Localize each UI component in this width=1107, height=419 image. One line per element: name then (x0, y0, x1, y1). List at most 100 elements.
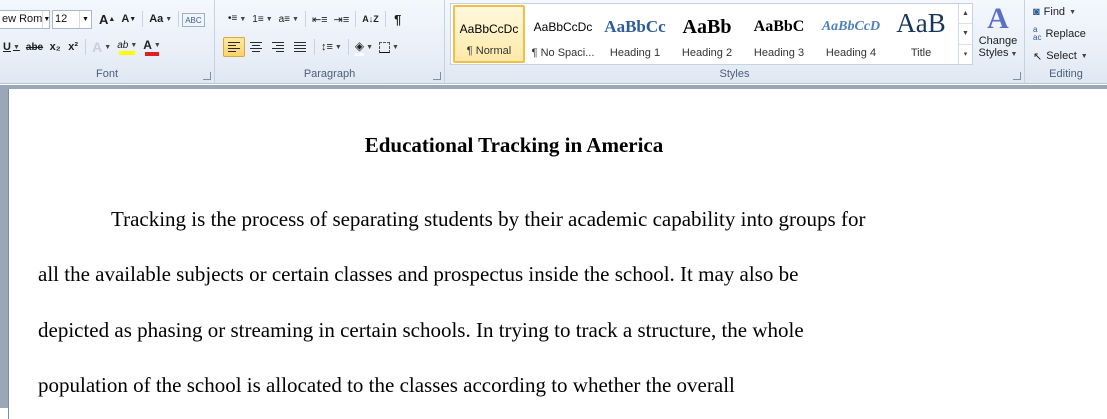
change-styles-button[interactable]: A Change Styles ▼ (975, 3, 1021, 65)
find-label: Find (1043, 6, 1066, 18)
subscript-icon: x₂ (49, 41, 61, 53)
paragraph-line-1: Tracking is the process of separating st… (111, 207, 866, 231)
text-effects-icon: A (92, 39, 103, 55)
superscript-button[interactable]: x² (64, 37, 82, 57)
highlighter-icon: ab (117, 39, 129, 51)
style-name: Heading 2 (681, 47, 733, 59)
numbering-button[interactable]: 1≡ ▼ (249, 9, 275, 29)
align-left-button[interactable] (223, 37, 245, 57)
underline-button[interactable]: U ▼ (0, 37, 23, 57)
multilevel-list-button[interactable]: a≡ ▼ (276, 9, 302, 29)
dialog-launcher-icon[interactable] (433, 72, 441, 80)
style-heading-1[interactable]: AaBbCc Heading 1 (599, 5, 671, 63)
grow-font-button[interactable]: A ▲ (96, 9, 118, 29)
change-styles-icon: A (987, 2, 1009, 35)
font-color-swatch (145, 52, 160, 56)
style-no-spacing[interactable]: AaBbCcDc ¶ No Spaci... (527, 5, 599, 63)
scroll-down-icon[interactable]: ▼ (959, 24, 972, 45)
numbered-list-icon: 1≡ (252, 13, 264, 25)
styles-gallery: AaBbCcDc ¶ Normal AaBbCcDc ¶ No Spaci...… (450, 3, 973, 65)
replace-icon: a ac (1033, 25, 1042, 42)
style-heading-2[interactable]: AaBb Heading 2 (671, 5, 743, 63)
highlight-button[interactable]: ab ▼ (114, 37, 140, 57)
replace-label: Replace (1045, 28, 1086, 40)
justify-button[interactable] (289, 37, 311, 57)
change-styles-label-1: Change (978, 35, 1018, 47)
style-name: ¶ No Spaci... (531, 47, 595, 59)
subscript-button[interactable]: x₂ (46, 37, 64, 57)
increase-indent-button[interactable]: ⇥≡ (331, 9, 353, 29)
gallery-scrollbar[interactable]: ▲ ▼ ▾ (958, 4, 972, 64)
style-sample: AaBbC (753, 18, 805, 35)
gallery-more-icon[interactable]: ▾ (959, 45, 972, 64)
style-heading-4[interactable]: AaBbCcD Heading 4 (815, 5, 887, 63)
change-case-button[interactable]: Aa ▼ (146, 9, 175, 29)
scroll-up-icon[interactable]: ▲ (959, 4, 972, 25)
separator (355, 11, 357, 27)
ribbon: ew Rom ▼ 12 ▼ A ▲ A ▼ Aa ▼ ABC U ▼ abe x… (0, 0, 1107, 84)
shrink-font-icon: A (121, 13, 130, 25)
underline-icon: U (3, 41, 11, 53)
show-formatting-button[interactable]: ¶ (389, 9, 407, 29)
style-title[interactable]: AaB Title (885, 5, 957, 63)
styles-group-label: Styles (719, 68, 750, 80)
strikethrough-icon: abe (25, 41, 44, 53)
superscript-icon: x² (68, 41, 79, 53)
bullets-button[interactable]: •≡ ▼ (225, 9, 249, 29)
paragraph-group-label: Paragraph (303, 68, 356, 80)
dialog-launcher-icon[interactable] (203, 72, 211, 80)
paragraph-group: •≡ ▼ 1≡ ▼ a≡ ▼ ⇤≡ ⇥≡ A↓Z ¶ ↕≡ ▼ ◈ ▼ ▼ Pa… (215, 0, 445, 84)
align-center-icon (250, 42, 262, 52)
find-button[interactable]: ◙ Find ▼ (1033, 3, 1076, 21)
style-heading-3[interactable]: AaBbC Heading 3 (743, 5, 815, 63)
select-label: Select (1046, 50, 1077, 62)
paragraph-line-2: all the available subjects or certain cl… (38, 262, 799, 286)
borders-icon (379, 41, 391, 53)
editing-group: ◙ Find ▼ a ac Replace ↖ Select ▼ Editing (1025, 0, 1107, 84)
line-spacing-button[interactable]: ↕≡ ▼ (318, 37, 345, 57)
chevron-down-icon[interactable]: ▼ (79, 10, 91, 28)
document-area: Educational Tracking in America Tracking… (0, 85, 1107, 419)
cursor-arrow-icon: ↖ (1033, 50, 1043, 63)
change-styles-label-2: Styles (978, 47, 1009, 59)
clear-formatting-button[interactable]: ABC (182, 13, 205, 27)
pilcrow-icon: ¶ (394, 11, 402, 27)
font-name-combo[interactable]: ew Rom ▼ (0, 9, 50, 29)
strikethrough-button[interactable]: abe (23, 37, 46, 57)
paragraph-line-3: depicted as phasing or streaming in cert… (38, 318, 804, 342)
decrease-indent-button[interactable]: ⇤≡ (309, 9, 331, 29)
paragraph-line-4: population of the school is allocated to… (38, 373, 735, 397)
style-name: Heading 3 (753, 47, 805, 59)
font-group: ew Rom ▼ 12 ▼ A ▲ A ▼ Aa ▼ ABC U ▼ abe x… (0, 0, 215, 84)
borders-button[interactable]: ▼ (376, 37, 402, 57)
font-size-combo[interactable]: 12 ▼ (52, 9, 92, 29)
editing-group-label: Editing (1049, 68, 1083, 80)
text-effects-button[interactable]: A ▼ (89, 37, 114, 57)
style-name: Title (910, 47, 932, 59)
style-name: ¶ Normal (466, 45, 512, 57)
font-color-button[interactable]: A ▼ (140, 37, 164, 57)
select-button[interactable]: ↖ Select ▼ (1033, 47, 1088, 65)
align-left-icon (228, 42, 240, 52)
shading-button[interactable]: ◈ ▼ (352, 37, 376, 57)
style-sample: AaB (896, 9, 946, 37)
style-normal[interactable]: AaBbCcDc ¶ Normal (453, 5, 525, 63)
style-sample: AaBb (682, 16, 732, 38)
increase-indent-icon: ⇥≡ (333, 13, 350, 26)
dialog-launcher-icon[interactable] (1013, 72, 1021, 80)
style-sample: AaBbCc (604, 17, 666, 36)
sort-button[interactable]: A↓Z (359, 9, 382, 29)
align-center-button[interactable] (245, 37, 267, 57)
align-right-button[interactable] (267, 37, 289, 57)
sort-icon: A↓Z (362, 14, 379, 24)
separator (314, 39, 315, 55)
document-page[interactable]: Educational Tracking in America Tracking… (8, 89, 1107, 419)
replace-button[interactable]: a ac Replace (1033, 25, 1086, 43)
font-color-icon: A (143, 38, 152, 52)
grow-font-icon: A (99, 11, 109, 27)
chevron-down-icon[interactable]: ▼ (42, 10, 49, 28)
style-name: Heading 4 (825, 47, 877, 59)
separator (304, 11, 306, 27)
shrink-font-button[interactable]: A ▼ (118, 9, 139, 29)
separator (142, 11, 144, 27)
